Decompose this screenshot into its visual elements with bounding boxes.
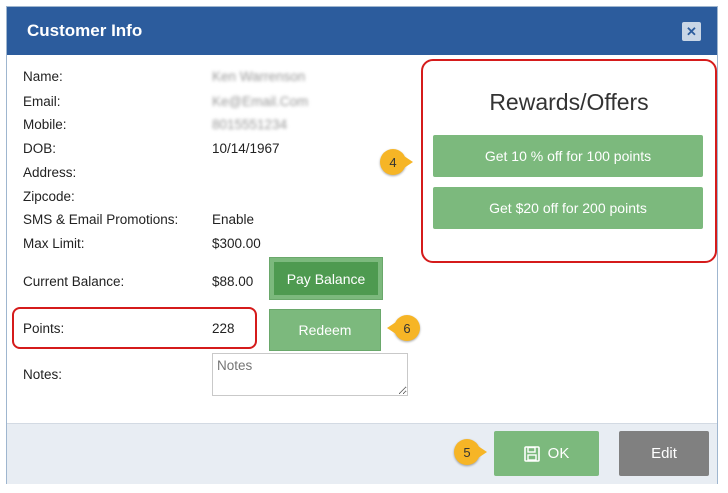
notes-label: Notes: <box>23 367 63 382</box>
current-balance-value: $88.00 <box>212 274 254 289</box>
notes-input[interactable] <box>212 353 408 396</box>
dialog-footer <box>7 423 717 484</box>
sms-email-promotions-label: SMS & Email Promotions: <box>23 212 179 227</box>
offer-10-percent-button[interactable]: Get 10 % off for 100 points <box>433 135 703 177</box>
redeem-button[interactable]: Redeem <box>269 309 381 351</box>
ok-button[interactable]: OK <box>494 431 599 476</box>
sms-email-promotions-value: Enable <box>212 212 255 227</box>
rewards-title: Rewards/Offers <box>489 89 649 115</box>
pay-balance-label: Pay Balance <box>274 262 378 295</box>
step-marker-5: 5 <box>454 439 487 465</box>
save-icon <box>523 445 540 462</box>
customer-info-dialog: Customer Info ✕ Name: Ken Warrenson Emai… <box>6 6 718 484</box>
points-highlight <box>12 307 257 349</box>
close-icon[interactable]: ✕ <box>682 22 701 41</box>
dialog-titlebar: Customer Info ✕ <box>7 7 717 55</box>
email-value: Ke@Email.Com <box>212 94 309 109</box>
max-limit-value: $300.00 <box>212 236 261 251</box>
name-label: Name: <box>23 69 63 84</box>
address-label: Address: <box>23 165 77 180</box>
dob-label: DOB: <box>23 141 57 156</box>
edit-button[interactable]: Edit <box>619 431 709 476</box>
step-marker-4: 4 <box>380 149 413 175</box>
mobile-value: 8015551234 <box>212 117 288 132</box>
name-value: Ken Warrenson <box>212 69 306 84</box>
offer-20-dollar-button[interactable]: Get $20 off for 200 points <box>433 187 703 229</box>
zipcode-label: Zipcode: <box>23 189 75 204</box>
email-label: Email: <box>23 94 61 109</box>
pay-balance-button[interactable]: Pay Balance <box>269 257 383 300</box>
dob-value: 10/14/1967 <box>212 141 280 156</box>
ok-label: OK <box>547 445 570 462</box>
dialog-title: Customer Info <box>27 21 143 40</box>
current-balance-label: Current Balance: <box>23 274 125 289</box>
max-limit-label: Max Limit: <box>23 236 85 251</box>
step-marker-6: 6 <box>387 315 420 341</box>
mobile-label: Mobile: <box>23 117 67 132</box>
